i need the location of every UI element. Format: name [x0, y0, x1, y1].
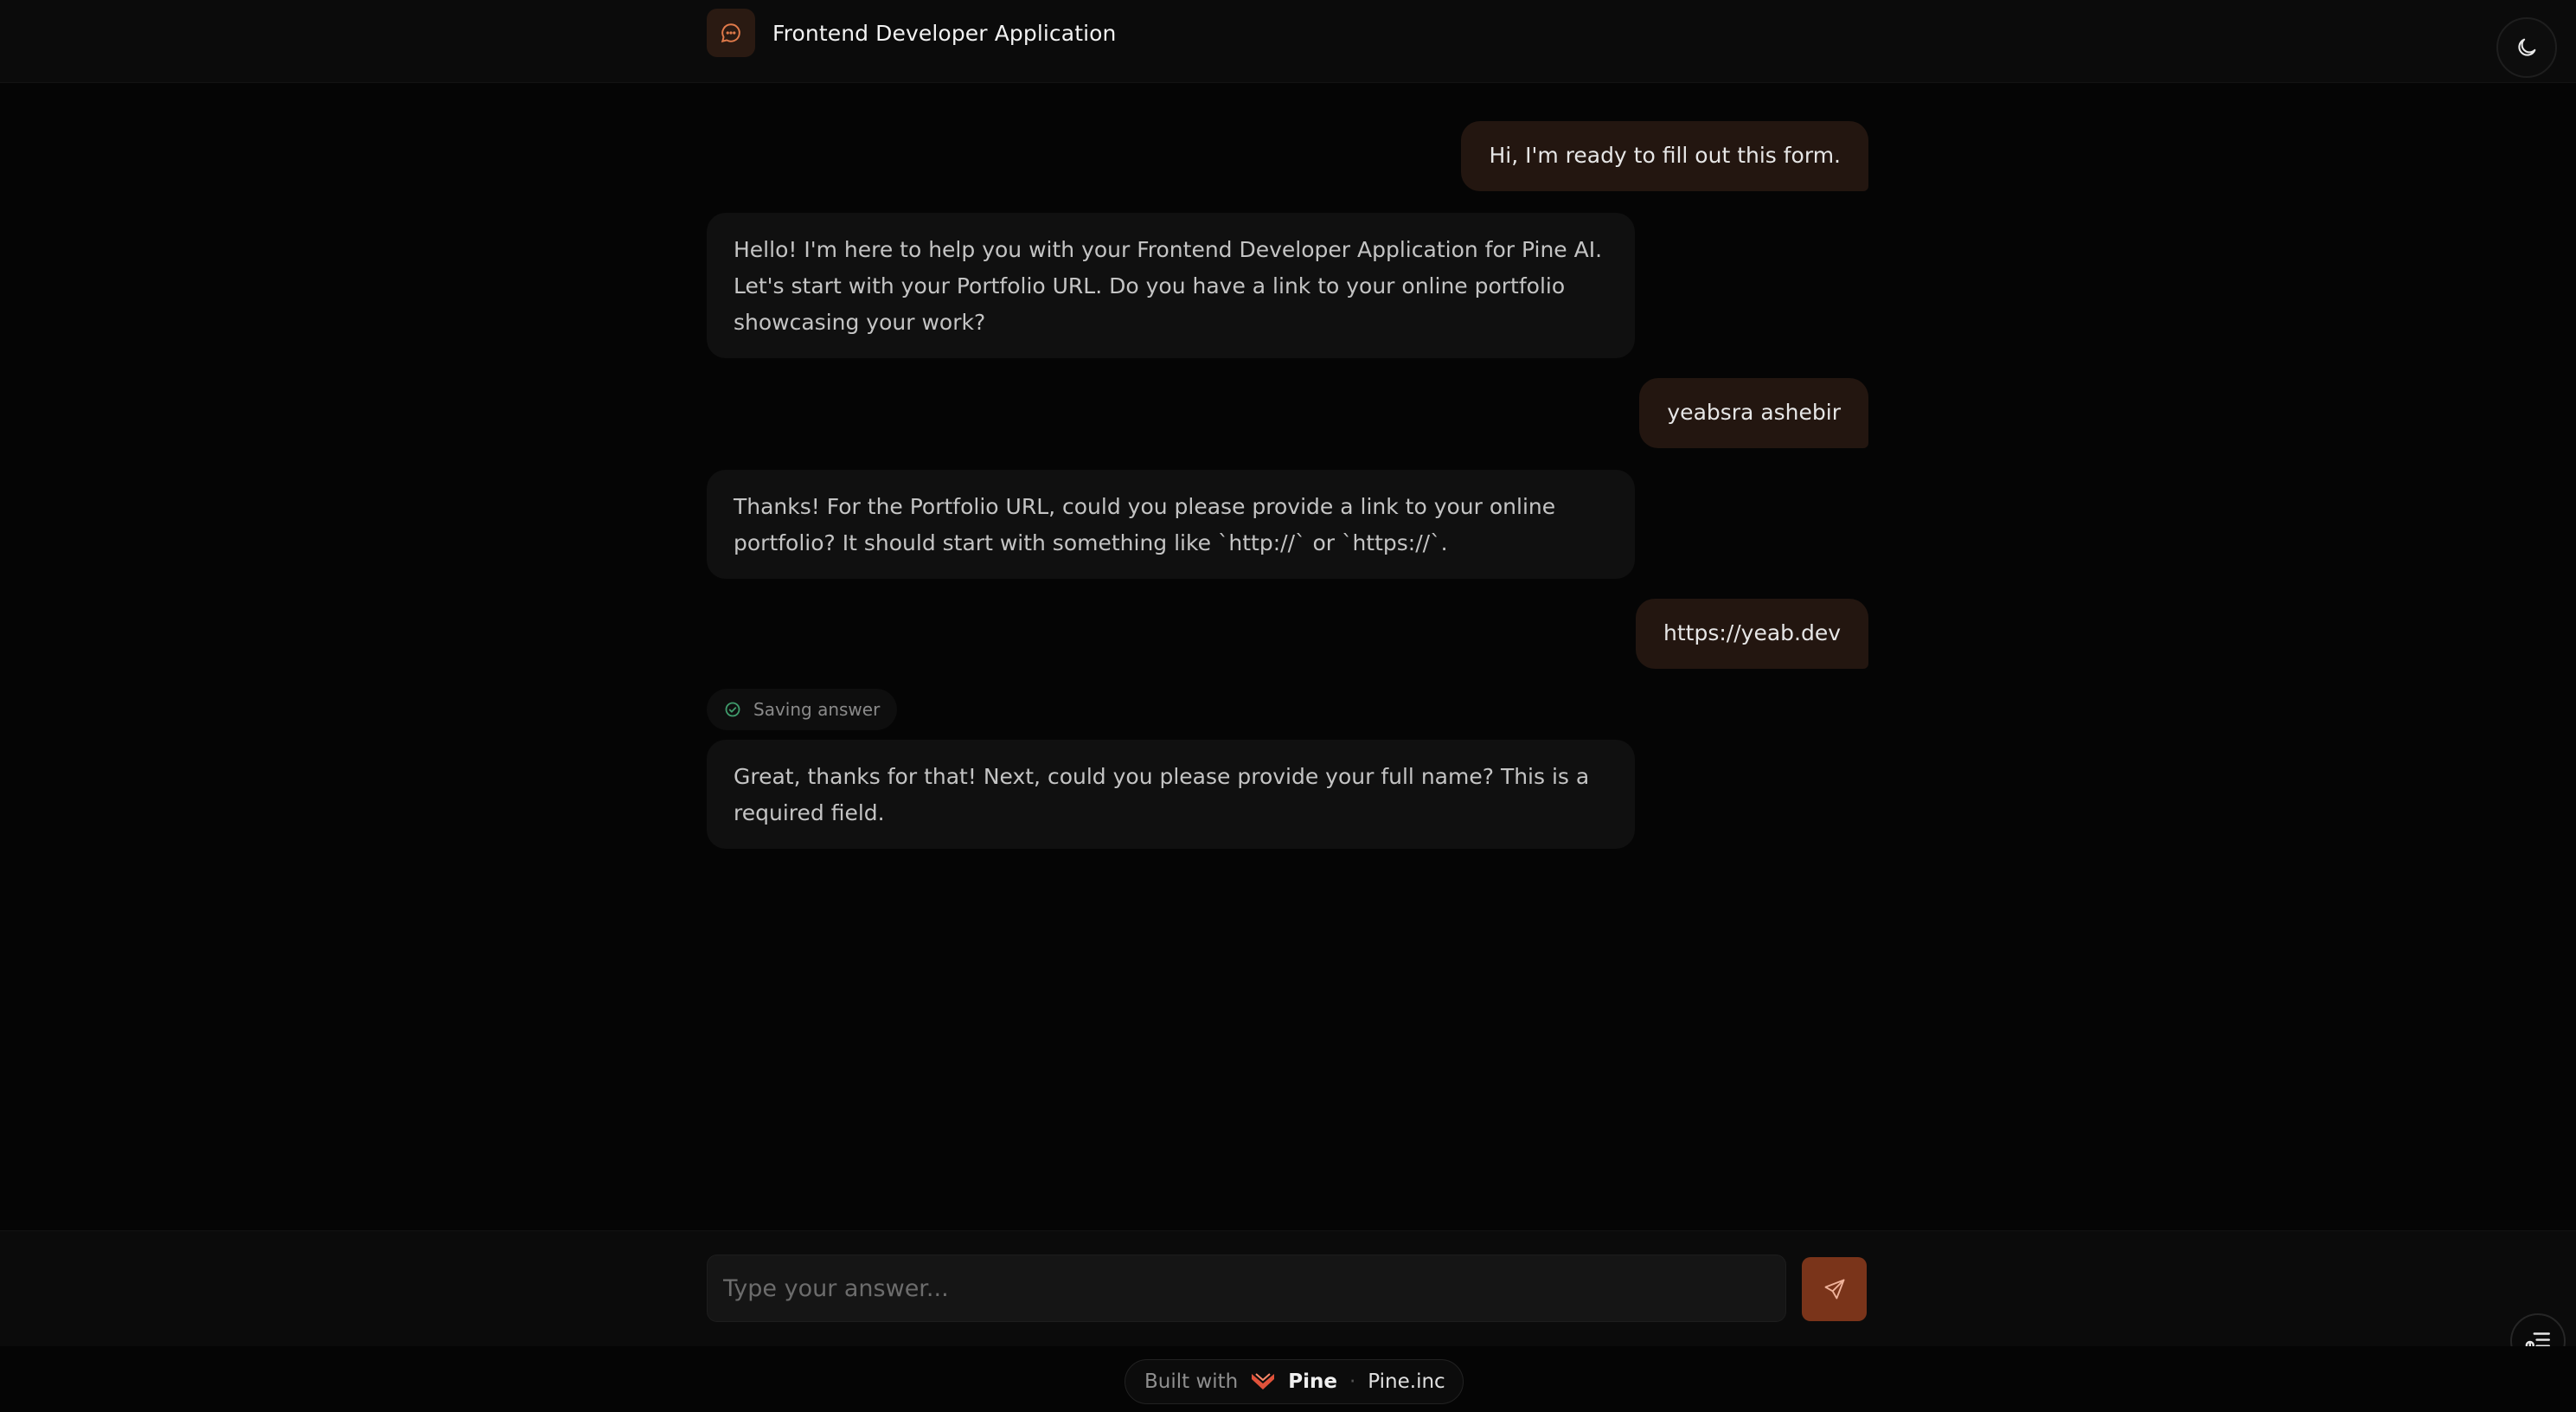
assistant-message: Thanks! For the Portfolio URL, could you…: [707, 470, 1635, 579]
send-icon: [1824, 1279, 1844, 1300]
send-button[interactable]: [1802, 1257, 1867, 1321]
brand-name: Pine: [1288, 1370, 1337, 1393]
chat-bubble-icon: [707, 9, 755, 57]
separator: ·: [1349, 1370, 1356, 1393]
assistant-message: Great, thanks for that! Next, could you …: [707, 740, 1635, 849]
user-message: https://yeab.dev: [1636, 599, 1868, 669]
saving-status-badge: Saving answer: [707, 689, 898, 730]
top-header: Frontend Developer Application: [0, 0, 2576, 83]
user-message: yeabsra ashebir: [1639, 378, 1868, 448]
pine-logo-icon: [1252, 1373, 1275, 1390]
check-circle-icon: [725, 702, 740, 717]
theme-toggle-button[interactable]: [2496, 17, 2557, 78]
built-with-badge: Built with Pine · Pine.inc: [1125, 1359, 1464, 1404]
page-title: Frontend Developer Application: [772, 20, 1117, 46]
built-with-label: Built with: [1144, 1370, 1239, 1393]
status-text: Saving answer: [753, 699, 881, 720]
chat-page: Frontend Developer Application Hi, I'm r…: [0, 0, 2576, 1412]
user-message: Hi, I'm ready to fill out this form.: [1461, 121, 1868, 191]
assistant-message: Hello! I'm here to help you with your Fr…: [707, 213, 1635, 358]
pine-inc-link[interactable]: Pine.inc: [1368, 1370, 1445, 1393]
moon-icon: [2518, 38, 2536, 56]
header-title-group: Frontend Developer Application: [707, 9, 1116, 57]
answer-input[interactable]: [707, 1255, 1786, 1322]
